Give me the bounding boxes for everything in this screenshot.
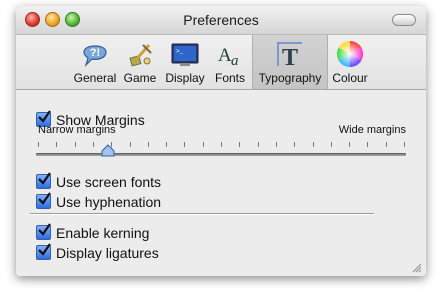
tab-general-label: General bbox=[73, 71, 117, 85]
tab-display[interactable]: >_ Display bbox=[162, 35, 208, 89]
slider-tick bbox=[349, 142, 351, 147]
svg-text:a: a bbox=[231, 53, 239, 69]
svg-text:T: T bbox=[282, 45, 298, 69]
tab-colour[interactable]: Colour bbox=[328, 35, 372, 89]
margin-slider-track[interactable] bbox=[36, 153, 406, 156]
title-bar[interactable]: Preferences bbox=[16, 6, 426, 35]
preferences-toolbar: ?! General Game >_ Display A a Fonts T T… bbox=[16, 35, 426, 90]
slider-tick bbox=[147, 142, 149, 147]
slider-tick bbox=[294, 142, 296, 147]
display-ligatures-label: Display ligatures bbox=[56, 245, 159, 261]
tab-fonts-label: Fonts bbox=[214, 71, 245, 85]
general-help-icon: ?! bbox=[83, 45, 107, 68]
slider-tick bbox=[275, 142, 277, 147]
slider-tick bbox=[330, 142, 332, 147]
slider-tick bbox=[239, 142, 241, 147]
slider-tick bbox=[367, 142, 369, 147]
svg-text:A: A bbox=[218, 45, 232, 66]
preferences-window: Preferences ?! General Game >_ Display A… bbox=[16, 6, 426, 276]
tab-game[interactable]: Game bbox=[120, 35, 160, 89]
slider-tick bbox=[92, 142, 94, 147]
slider-tick bbox=[184, 142, 186, 147]
resize-grip-icon[interactable] bbox=[411, 262, 422, 273]
section-divider bbox=[30, 213, 374, 214]
slider-tick bbox=[202, 142, 204, 147]
tab-typography[interactable]: T Typography bbox=[252, 35, 328, 89]
tab-display-label: Display bbox=[165, 71, 205, 85]
slider-tick bbox=[129, 142, 131, 147]
wide-margins-label: Wide margins bbox=[338, 124, 406, 136]
slider-tick bbox=[257, 142, 259, 147]
checkbox-checked[interactable] bbox=[36, 192, 51, 209]
use-screen-fonts-label: Use screen fonts bbox=[56, 174, 162, 190]
slider-tick bbox=[56, 142, 58, 147]
slider-tick bbox=[404, 142, 405, 147]
use-hyphenation-checkbox[interactable]: Use hyphenation bbox=[36, 192, 162, 212]
use-hyphenation-label: Use hyphenation bbox=[56, 194, 162, 210]
typography-icon: T bbox=[277, 42, 302, 69]
svg-text:>_: >_ bbox=[176, 48, 184, 55]
tab-fonts[interactable]: A a Fonts bbox=[210, 35, 250, 89]
colour-wheel-icon bbox=[336, 40, 364, 68]
display-ligatures-checkbox[interactable]: Display ligatures bbox=[36, 243, 159, 263]
fonts-icon: A a bbox=[218, 45, 239, 69]
slider-tick bbox=[166, 142, 168, 147]
slider-tick bbox=[74, 142, 76, 147]
slider-tick bbox=[38, 142, 39, 147]
toolbar-toggle-button[interactable] bbox=[392, 14, 416, 26]
checkbox-checked[interactable] bbox=[36, 243, 51, 260]
narrow-margins-label: Narrow margins bbox=[38, 124, 116, 136]
slider-tick bbox=[385, 142, 387, 147]
window-title: Preferences bbox=[183, 12, 259, 28]
tab-game-label: Game bbox=[123, 71, 157, 85]
use-screen-fonts-checkbox[interactable]: Use screen fonts bbox=[36, 172, 162, 192]
game-icon bbox=[129, 44, 152, 67]
display-monitor-icon: >_ bbox=[171, 43, 199, 66]
tab-general[interactable]: ?! General bbox=[72, 35, 118, 89]
margin-slider-thumb[interactable] bbox=[101, 144, 115, 158]
slider-tick bbox=[312, 142, 314, 147]
typography-pane: Show Margins Narrow margins Wide margins… bbox=[16, 90, 426, 276]
slider-tick bbox=[221, 142, 222, 147]
tab-typography-label: Typography bbox=[258, 71, 322, 85]
enable-kerning-checkbox[interactable]: Enable kerning bbox=[36, 223, 150, 243]
svg-text:?!: ?! bbox=[90, 47, 100, 59]
checkbox-checked[interactable] bbox=[36, 223, 51, 240]
tab-colour-label: Colour bbox=[332, 71, 368, 85]
enable-kerning-label: Enable kerning bbox=[56, 225, 150, 241]
checkbox-checked[interactable] bbox=[36, 172, 51, 189]
